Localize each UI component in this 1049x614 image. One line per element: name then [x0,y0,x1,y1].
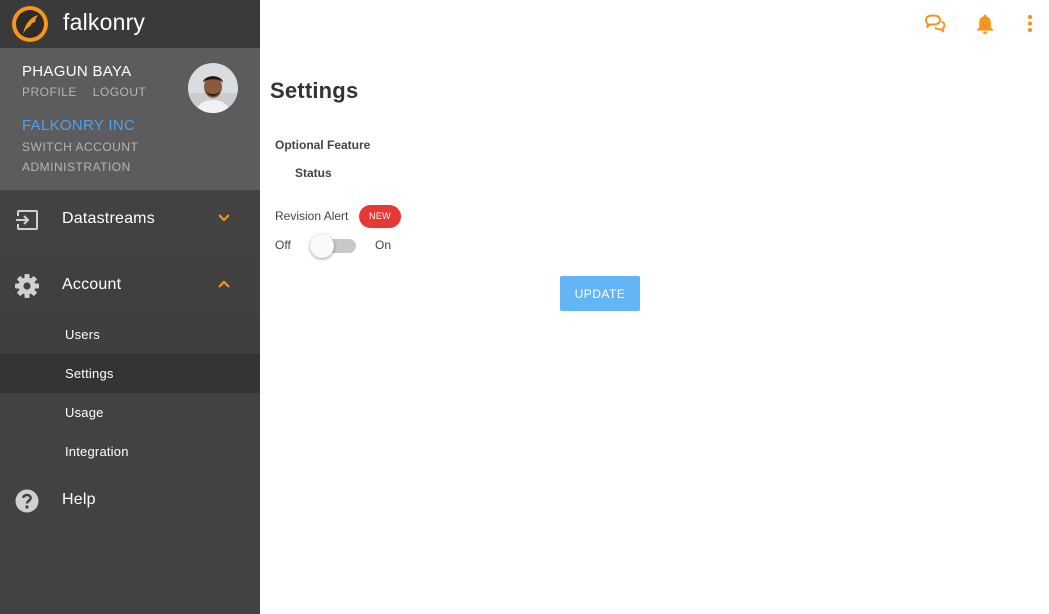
sidebar-item-users-label: Users [65,327,100,342]
switch-account-link[interactable]: SWITCH ACCOUNT [22,140,138,154]
more-vert-icon[interactable] [1019,13,1041,35]
app-name: falkonry [63,9,146,35]
sidebar: falkonry PHAGUN BAYA PROFILE LOGOUT FALK… [0,0,260,614]
administration-link[interactable]: ADMINISTRATION [22,160,131,174]
toggle-thumb[interactable] [310,234,334,258]
toggle-off-label: Off [275,238,291,252]
logout-link[interactable]: LOGOUT [93,85,147,99]
status-header: Status [295,166,332,180]
sidebar-item-users[interactable]: Users [0,315,260,354]
nav-account[interactable]: Account [0,258,260,314]
nav-datastreams[interactable]: Datastreams [0,192,260,246]
section-title: Optional Feature [275,138,371,152]
sidebar-item-integration[interactable]: Integration [0,432,260,471]
nav-account-label: Account [62,276,122,293]
sidebar-item-integration-label: Integration [65,444,129,459]
avatar[interactable] [188,63,238,113]
toggle-on-label: On [375,238,392,252]
bell-icon[interactable] [974,13,996,35]
falkonry-logo-icon[interactable] [11,5,49,43]
update-button[interactable]: UPDATE [560,276,640,311]
sidebar-item-settings-label: Settings [65,366,114,381]
login-icon [16,210,38,230]
nav-help[interactable]: Help [0,473,260,527]
org-name[interactable]: FALKONRY INC [22,117,135,134]
profile-link[interactable]: PROFILE [22,85,77,99]
chat-icon[interactable] [924,13,946,35]
nav-help-label: Help [62,491,96,508]
chevron-up-icon [218,280,230,288]
user-name: PHAGUN BAYA [22,63,132,80]
new-badge: NEW [359,205,401,228]
revision-alert-toggle[interactable] [309,233,359,259]
brand-bar: falkonry [0,0,260,48]
feature-name: Revision Alert [275,209,349,223]
chevron-down-icon [218,214,230,222]
user-links: PROFILE LOGOUT [22,85,158,99]
nav-datastreams-label: Datastreams [62,210,155,227]
sidebar-item-settings[interactable]: Settings [0,354,260,393]
page-title: Settings [270,78,359,103]
sidebar-item-usage[interactable]: Usage [0,393,260,432]
help-icon [15,489,39,513]
user-panel: PHAGUN BAYA PROFILE LOGOUT FALKONRY INC … [0,48,260,190]
gear-icon [15,274,39,298]
sidebar-item-usage-label: Usage [65,405,104,420]
